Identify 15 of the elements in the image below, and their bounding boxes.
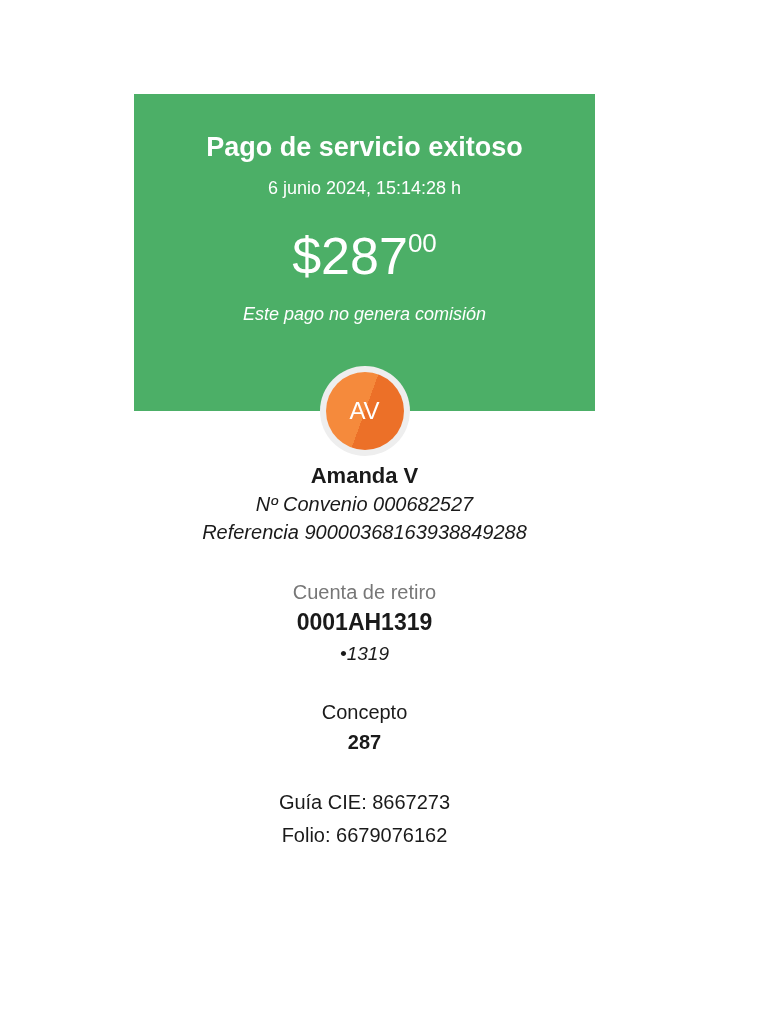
avatar: AV xyxy=(325,372,404,450)
receipt-title: Pago de servicio exitoso xyxy=(206,131,523,164)
payment-amount: $287$^{00}$ xyxy=(292,226,437,286)
reference-line: Guía CIE: 8667273 xyxy=(278,790,451,815)
concept-label: Concepto xyxy=(321,700,408,725)
reference-line: Folio: 6679076162 xyxy=(281,823,448,848)
payment-date: 6 junio 2024, 15:14:28 h xyxy=(267,177,462,200)
fee-note: Este pago no genera comisión xyxy=(242,303,487,326)
account-number: 0001AH1319 xyxy=(296,608,433,637)
payee-detail: Nº Convenio 000682527 xyxy=(255,492,474,517)
account-suffix: •1319 xyxy=(340,642,389,666)
concept-value: 287 xyxy=(347,730,382,755)
payee-name: Amanda V xyxy=(310,462,419,490)
payee-detail: Referencia 90000368163938849288 xyxy=(202,520,527,545)
account-label: Cuenta de retiro xyxy=(292,580,437,605)
